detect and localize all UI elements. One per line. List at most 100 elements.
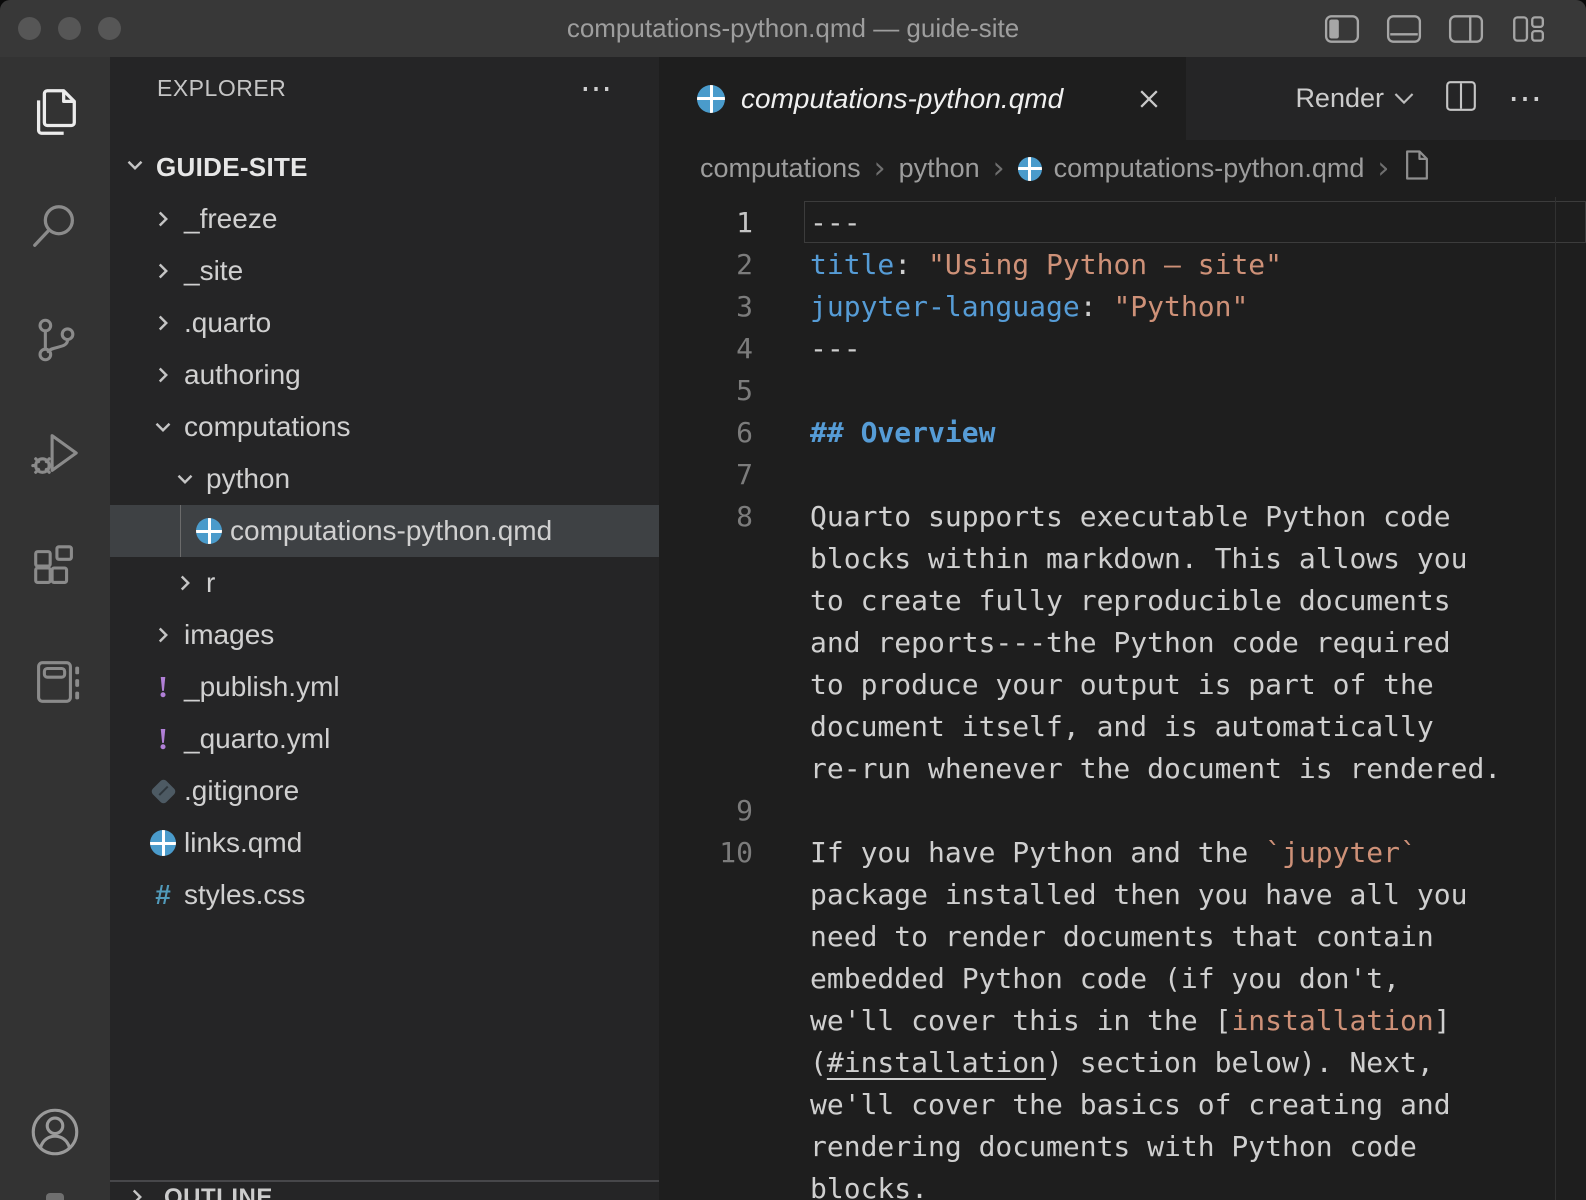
code-row[interactable]: need to render documents that contain <box>659 915 1586 957</box>
tree-item--freeze[interactable]: _freeze <box>110 193 659 245</box>
tab-bar: computations-python.qmd Render ⋯ <box>659 57 1586 140</box>
notebook-tab[interactable] <box>28 657 82 711</box>
tree-item-computations-python-qmd[interactable]: computations-python.qmd <box>110 505 659 557</box>
tree-item-label: .quarto <box>184 307 271 339</box>
code-row[interactable]: package installed then you have all you <box>659 873 1586 915</box>
code-text: blocks. <box>810 1172 928 1200</box>
code-row[interactable]: 7 <box>659 453 1586 495</box>
section-header-outline[interactable]: OUTLINE <box>110 1182 659 1200</box>
code-row[interactable]: 2 title: "Using Python — site" <box>659 243 1586 285</box>
code-row[interactable]: to create fully reproducible documents <box>659 579 1586 621</box>
search-tab[interactable] <box>28 201 82 255</box>
activity-bar <box>0 57 110 1200</box>
code-row[interactable]: 1--- <box>659 201 1586 243</box>
code-row[interactable]: 4--- <box>659 327 1586 369</box>
yaml-icon: ! <box>158 669 168 705</box>
code-row[interactable]: (#installation) section below). Next, <box>659 1041 1586 1083</box>
code-row[interactable]: we'll cover this in the [installation] <box>659 999 1586 1041</box>
code-row[interactable]: to produce your output is part of the <box>659 663 1586 705</box>
chevron-right-icon <box>150 619 176 651</box>
layout-sidebar-left-icon[interactable] <box>1324 13 1360 45</box>
breadcrumb-item-python[interactable]: python <box>899 153 980 184</box>
layout-panel-icon[interactable] <box>1386 13 1422 45</box>
source-control-tab[interactable] <box>28 315 82 369</box>
tab-computations-python[interactable]: computations-python.qmd <box>659 57 1186 140</box>
workbench: EXPLORER ⋯ GUIDE-SITE _freeze _site .quart… <box>0 57 1586 1200</box>
search-icon <box>28 199 82 258</box>
tree-item-authoring[interactable]: authoring <box>110 349 659 401</box>
extensions-tab[interactable] <box>28 543 82 597</box>
more-actions-icon[interactable]: ⋯ <box>1508 94 1544 104</box>
code-text: --- <box>810 206 861 239</box>
code-text: title: "Using Python — site" <box>810 248 1282 281</box>
sidebar-title: EXPLORER <box>157 75 286 102</box>
code-text: and reports---the Python code required <box>810 626 1451 659</box>
chevron-right-icon <box>150 307 176 339</box>
chevron-right-icon: › <box>993 151 1005 186</box>
code-text: we'll cover this in the [installation] <box>810 1004 1451 1037</box>
tree-item--publish-yml[interactable]: !_publish.yml <box>110 661 659 713</box>
accounts-button[interactable] <box>26 1105 84 1163</box>
tree-item--quarto-yml[interactable]: !_quarto.yml <box>110 713 659 765</box>
line-number: 2 <box>659 248 753 281</box>
tree-item-label: _quarto.yml <box>184 723 330 755</box>
code-row[interactable]: rendering documents with Python code <box>659 1125 1586 1167</box>
split-editor-icon[interactable] <box>1444 79 1478 118</box>
explorer-tab[interactable] <box>28 87 82 141</box>
tree-item--quarto[interactable]: .quarto <box>110 297 659 349</box>
tree-item-links-qmd[interactable]: links.qmd <box>110 817 659 869</box>
tree-item-styles-css[interactable]: #styles.css <box>110 869 659 921</box>
tree-item-images[interactable]: images <box>110 609 659 661</box>
source-control-icon <box>28 313 82 372</box>
code-row[interactable]: blocks within markdown. This allows you <box>659 537 1586 579</box>
section-header-guide-site[interactable]: GUIDE-SITE <box>110 141 659 193</box>
tree-item-label: python <box>206 463 290 495</box>
breadcrumb-item-computations[interactable]: computations <box>700 153 861 184</box>
code-row[interactable]: document itself, and is automatically <box>659 705 1586 747</box>
line-number: 7 <box>659 458 753 491</box>
code-row[interactable]: re-run whenever the document is rendered… <box>659 747 1586 789</box>
breadcrumb-item-computations-python-qmd[interactable]: computations-python.qmd <box>1018 153 1365 184</box>
code-text: document itself, and is automatically <box>810 710 1434 743</box>
line-number: 9 <box>659 794 753 827</box>
code-row[interactable]: 10If you have Python and the `jupyter` <box>659 831 1586 873</box>
code-row[interactable]: 9 <box>659 789 1586 831</box>
tree-item-label: r <box>206 567 215 599</box>
chevron-down-icon <box>122 152 148 183</box>
breadcrumb-label: computations <box>700 153 861 184</box>
code-editor[interactable]: 1--- 2 title: "Using Python — site" 3jupyte… <box>659 197 1586 1200</box>
render-button[interactable]: Render <box>1295 83 1414 114</box>
code-text: jupyter-language: "Python" <box>810 290 1248 323</box>
code-row[interactable]: 6## Overview <box>659 411 1586 453</box>
code-row[interactable]: embedded Python code (if you don't, <box>659 957 1586 999</box>
tree-item-r[interactable]: r <box>110 557 659 609</box>
chevron-right-icon <box>150 203 176 235</box>
line-number: 10 <box>659 836 753 869</box>
file-icon-slot <box>150 775 176 807</box>
tree-item-label: styles.css <box>184 879 305 911</box>
close-icon[interactable] <box>1136 86 1162 112</box>
code-row[interactable]: 5 <box>659 369 1586 411</box>
chevron-right-icon <box>150 255 176 287</box>
code-row[interactable]: and reports---the Python code required <box>659 621 1586 663</box>
layout-customize-icon[interactable] <box>1510 13 1546 45</box>
code-row[interactable]: we'll cover the basics of creating and <box>659 1083 1586 1125</box>
breadcrumb-label: python <box>899 153 980 184</box>
tree-item--site[interactable]: _site <box>110 245 659 297</box>
ellipsis-icon[interactable]: ⋯ <box>580 83 614 93</box>
gear-icon[interactable] <box>46 1193 64 1200</box>
breadcrumb-item-symbol[interactable] <box>1402 149 1432 188</box>
tree-item-python[interactable]: python <box>110 453 659 505</box>
layout-sidebar-right-icon[interactable] <box>1448 13 1484 45</box>
code-row[interactable]: blocks. <box>659 1167 1586 1200</box>
tree-item-label: links.qmd <box>184 827 302 859</box>
tree-item-label: _site <box>184 255 243 287</box>
code-text: embedded Python code (if you don't, <box>810 962 1400 995</box>
tree-item-label: computations-python.qmd <box>230 515 552 547</box>
code-row[interactable]: 8Quarto supports executable Python code <box>659 495 1586 537</box>
tree-item-computations[interactable]: computations <box>110 401 659 453</box>
tree-item-label: _freeze <box>184 203 277 235</box>
run-debug-tab[interactable] <box>28 429 82 483</box>
tree-item--gitignore[interactable]: .gitignore <box>110 765 659 817</box>
code-row[interactable]: 3jupyter-language: "Python" <box>659 285 1586 327</box>
